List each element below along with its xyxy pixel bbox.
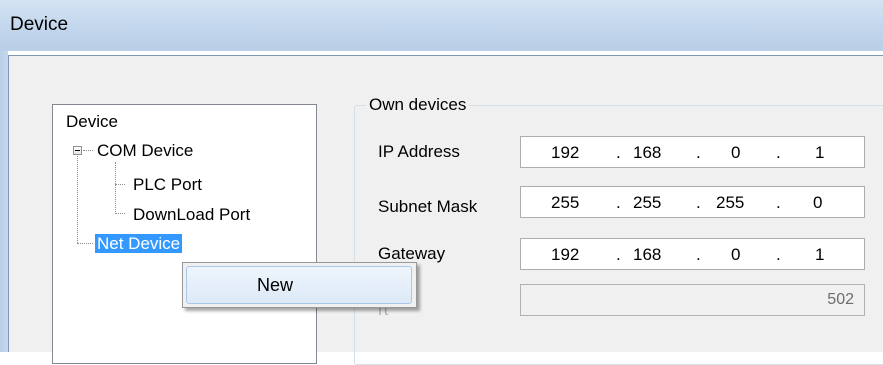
context-menu-item-new[interactable]: New: [186, 266, 412, 304]
tree-node-label-selected: Net Device: [95, 234, 183, 253]
tree-node-plc-port[interactable]: PLC Port: [133, 174, 202, 196]
ip-octet-3[interactable]: 0: [731, 143, 740, 163]
ip-separator: .: [616, 143, 621, 162]
subnet-mask-field[interactable]: 255 . 255 . 255 . 0: [520, 186, 865, 218]
tree-connector: [115, 213, 125, 214]
tree-node-net-device[interactable]: Net Device: [95, 233, 183, 255]
context-menu: New: [182, 262, 417, 308]
ip-separator: .: [616, 193, 621, 212]
window-title: Device: [10, 14, 69, 35]
gateway-field[interactable]: 192 . 168 . 0 . 1: [520, 238, 865, 270]
ip-separator: .: [776, 143, 781, 162]
ip-octet-1[interactable]: 192: [551, 143, 579, 163]
tree-node-label: COM Device: [97, 141, 194, 160]
window-frame-left: [0, 51, 8, 352]
ip-separator: .: [696, 193, 701, 212]
tree-connector: [77, 149, 78, 243]
ip-octet-2[interactable]: 168: [633, 143, 661, 163]
tree-node-label: PLC Port: [133, 175, 202, 194]
tree-node-label: Device: [66, 112, 118, 131]
tree-node-label: DownLoad Port: [133, 205, 251, 224]
subnet-octet-2[interactable]: 255: [633, 193, 661, 213]
gateway-octet-3[interactable]: 0: [731, 245, 740, 265]
gateway-octet-2[interactable]: 168: [633, 245, 661, 265]
device-tree[interactable]: Device COM Device PLC Port DownLoad Port…: [52, 104, 317, 364]
collapse-icon[interactable]: [73, 146, 82, 155]
ip-separator: .: [776, 245, 781, 264]
subnet-octet-3[interactable]: 255: [716, 193, 744, 213]
ip-separator: .: [696, 245, 701, 264]
tree-connector: [115, 184, 125, 185]
title-bar: Device: [0, 0, 883, 51]
tree-connector: [83, 150, 93, 151]
ip-separator: .: [616, 245, 621, 264]
ip-address-label: IP Address: [378, 142, 460, 161]
subnet-octet-4[interactable]: 0: [813, 193, 822, 213]
ip-address-field[interactable]: 192 . 168 . 0 . 1: [520, 136, 865, 168]
gateway-octet-1[interactable]: 192: [551, 245, 579, 265]
tree-connector: [77, 243, 93, 244]
menu-item-label: New: [257, 275, 294, 295]
ip-separator: .: [696, 143, 701, 162]
tree-node-download-port[interactable]: DownLoad Port: [133, 204, 250, 226]
gateway-octet-4[interactable]: 1: [815, 245, 824, 265]
subnet-mask-label: Subnet Mask: [378, 197, 478, 216]
ip-octet-4[interactable]: 1: [815, 143, 824, 163]
gateway-label: Gateway: [378, 244, 446, 263]
subnet-octet-1[interactable]: 255: [551, 193, 579, 213]
tree-connector: [115, 162, 116, 214]
tree-node-com-device[interactable]: COM Device: [97, 140, 193, 162]
tree-node-device[interactable]: Device: [66, 111, 118, 133]
port-value: 502: [827, 291, 854, 308]
port-field: 502: [520, 284, 865, 316]
group-title: Own devices: [366, 95, 470, 115]
ip-separator: .: [776, 193, 781, 212]
